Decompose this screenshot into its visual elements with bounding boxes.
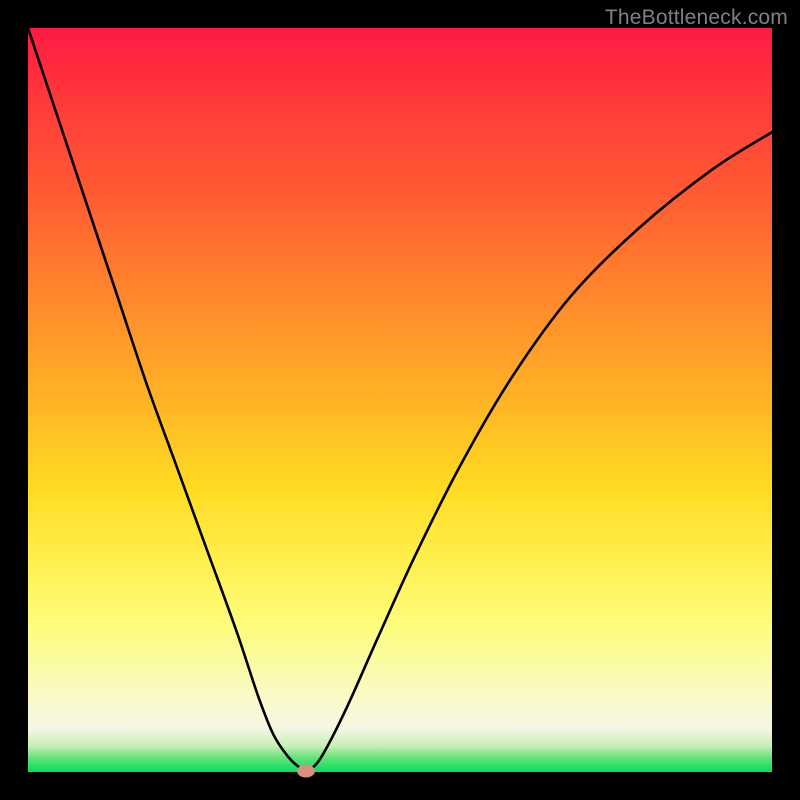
watermark-text: TheBottleneck.com [605,6,788,30]
optimal-point-marker [297,764,315,777]
bottleneck-curve [28,28,772,771]
curve-svg [28,28,772,772]
